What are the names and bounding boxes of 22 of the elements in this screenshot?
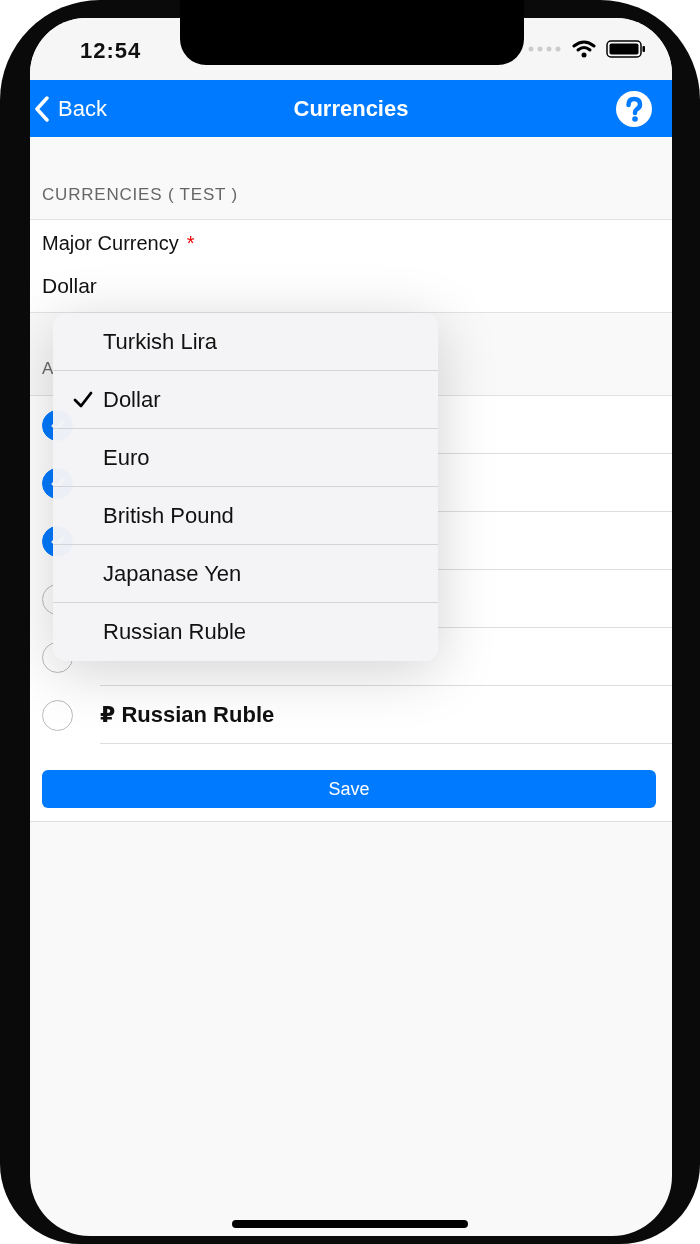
clock-time: 12:54 (80, 38, 142, 64)
menu-option[interactable]: Japanase Yen (53, 545, 438, 603)
signal-icon (528, 46, 562, 52)
save-button[interactable]: Save (42, 770, 656, 808)
picker-value[interactable]: Dollar (42, 274, 97, 298)
menu-option[interactable]: Euro (53, 429, 438, 487)
help-icon (616, 90, 652, 127)
field-label: Major Currency (42, 232, 179, 255)
menu-option[interactable]: Dollar (53, 371, 438, 429)
help-button[interactable] (616, 90, 652, 127)
required-mark: * (186, 232, 195, 255)
back-button[interactable]: Back (34, 95, 107, 122)
menu-option[interactable]: British Pound (53, 487, 438, 545)
menu-option[interactable]: Turkish Lira (53, 313, 438, 371)
chevron-left-icon (34, 95, 50, 122)
menu-option[interactable]: Russian Ruble (53, 603, 438, 661)
currency-label: ₽ Russian Ruble (100, 701, 275, 728)
battery-icon (606, 40, 646, 58)
section-header: CURRENCIES ( TEST ) (42, 185, 238, 205)
wifi-icon (572, 40, 596, 58)
screen-title: Currencies (293, 95, 409, 122)
section-header: A (42, 359, 55, 379)
